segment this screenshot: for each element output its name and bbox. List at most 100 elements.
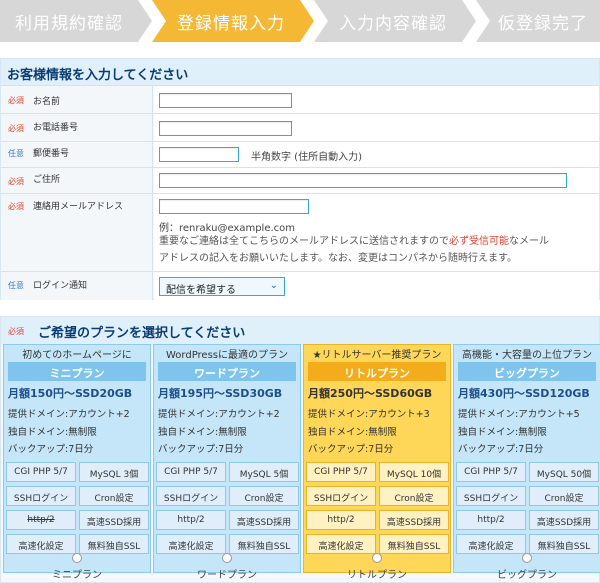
plan-feature: http/2: [456, 510, 526, 530]
step-label: 入力内容確認: [339, 13, 447, 34]
plan-radio-label[interactable]: リトルプラン: [317, 566, 437, 581]
phone-input[interactable]: [159, 121, 292, 136]
email-note: 重要なご連絡は全てこちらのメールアドレスに送信されますので必ず受信可能なメール …: [159, 236, 549, 264]
plan-own-domain: 独自ドメイン:無制限: [158, 427, 247, 438]
plan-feature: MySQL 10個: [379, 462, 449, 482]
optional-tag: 任意: [8, 149, 24, 158]
plan-own-domain: 独自ドメイン:無制限: [458, 427, 547, 438]
plan-feature: 高速化設定: [306, 534, 376, 554]
required-tag: 必須: [8, 96, 24, 105]
plan-feature: MySQL 3個: [79, 462, 149, 482]
login-notice-value: 配信を希望する: [166, 285, 236, 296]
plan-feature: 高速化設定: [456, 534, 526, 554]
required-tag: 必須: [8, 177, 24, 186]
plan-feature: Cron設定: [229, 486, 299, 506]
step-label: 利用規約確認: [15, 13, 123, 34]
email-example: 例：renraku@example.com: [159, 223, 296, 234]
plan-feature: 無料独自SSL: [379, 534, 449, 554]
plan-radio-label[interactable]: ミニプラン: [17, 566, 137, 581]
zip-hint: 半角数字 (住所自動入力): [251, 152, 362, 163]
form-row-name: 必須 お名前: [1, 85, 599, 113]
form-row-phone: 必須 お電話番号: [1, 113, 599, 141]
plan-feature: SSHログイン: [456, 486, 526, 506]
plan-feature: MySQL 5個: [229, 462, 299, 482]
zip-label: 郵便番号: [33, 149, 70, 159]
plan-price: 月額195円～SSD30GB: [158, 387, 283, 400]
plan-backup: バックアップ:7日分: [8, 444, 94, 455]
step-indicator: 利用規約確認 登録情報入力 入力内容確認 仮登録完了: [0, 0, 600, 42]
phone-label: お電話番号: [33, 123, 79, 133]
plan-feature: MySQL 50個: [529, 462, 599, 482]
login-notice-label: ログイン通知: [33, 281, 88, 291]
plan-radio[interactable]: [222, 553, 232, 563]
plan-feature: SSHログイン: [6, 486, 76, 506]
plan-domains: 提供ドメイン:アカウント+3: [308, 409, 430, 420]
plan-feature: 高速SSD採用: [79, 510, 149, 530]
plan-price: 月額250円～SSD60GB: [308, 387, 433, 400]
plan-feature: CGI PHP 5/7: [306, 462, 376, 482]
plan-feature: CGI PHP 5/7: [6, 462, 76, 482]
plan-name: ミニプラン: [8, 362, 146, 381]
plan-backup: バックアップ:7日分: [458, 444, 544, 455]
chevron-down-icon: ⌄: [269, 280, 278, 291]
email-input[interactable]: [159, 199, 309, 214]
step-label: 仮登録完了: [498, 13, 588, 34]
plan-feature: 高速SSD採用: [379, 510, 449, 530]
plan-own-domain: 独自ドメイン:無制限: [8, 427, 97, 438]
section-title: ご希望のプランを選択してください: [38, 326, 246, 341]
plan-backup: バックアップ:7日分: [158, 444, 244, 455]
plan-domains: 提供ドメイン:アカウント+2: [8, 409, 130, 420]
plan-feature: SSHログイン: [156, 486, 226, 506]
plan-feature: 無料独自SSL: [79, 534, 149, 554]
required-tag: 必須: [8, 202, 24, 211]
plan-radio[interactable]: [522, 553, 532, 563]
plan-caption: ★リトルサーバー推奨プラン: [312, 350, 442, 361]
login-notice-select[interactable]: 配信を希望する ⌄: [159, 277, 285, 296]
plan-feature: 高速化設定: [6, 534, 76, 554]
step-3: 入力内容確認: [314, 0, 476, 42]
plan-feature: Cron設定: [529, 486, 599, 506]
plan-name: ビッグプラン: [458, 362, 596, 381]
plan-domains: 提供ドメイン:アカウント+2: [158, 409, 280, 420]
form-row-login-notice: 任意 ログイン通知 配信を希望する ⌄: [1, 271, 599, 300]
step-4: 仮登録完了: [476, 0, 600, 42]
plan-price: 月額430円～SSD120GB: [458, 387, 590, 400]
form-row-zip: 任意 郵便番号 半角数字 (住所自動入力): [1, 141, 599, 167]
zip-input[interactable]: [159, 147, 239, 162]
plan-feature: Cron設定: [79, 486, 149, 506]
form-row-email: 必須 連絡用メールアドレス 例：renraku@example.com 重要なご…: [1, 193, 599, 271]
plan-feature: http/2: [156, 510, 226, 530]
plan-domains: 提供ドメイン:アカウント+5: [458, 409, 580, 420]
plan-name: ワードプラン: [158, 362, 296, 381]
plan-feature: 無料独自SSL: [229, 534, 299, 554]
plan-card[interactable]: ★リトルサーバー推奨プラン リトルプラン 月額250円～SSD60GB 提供ドメイン:…: [303, 344, 451, 573]
plan-radio-label[interactable]: ビッグプラン: [467, 566, 587, 581]
plan-feature: CGI PHP 5/7: [156, 462, 226, 482]
address-label: ご住所: [33, 175, 61, 185]
plan-radio-label[interactable]: ワードプラン: [167, 566, 287, 581]
form-row-address: 必須 ご住所: [1, 167, 599, 193]
plan-feature: SSHログイン: [306, 486, 376, 506]
plan-radio[interactable]: [72, 553, 82, 563]
plan-feature: http/2: [306, 510, 376, 530]
step-2: 登録情報入力: [152, 0, 314, 42]
name-label: お名前: [33, 97, 61, 107]
section-title: お客様情報を入力してください: [1, 59, 599, 85]
step-label: 登録情報入力: [177, 13, 285, 34]
plan-feature: 高速SSD採用: [229, 510, 299, 530]
plan-feature: Cron設定: [379, 486, 449, 506]
plan-caption: WordPressに最適のプラン: [165, 350, 289, 361]
plan-radio[interactable]: [372, 553, 382, 563]
email-note-emphasis: 必ず受信可能: [449, 236, 509, 247]
plan-feature: 無料独自SSL: [529, 534, 599, 554]
plan-card[interactable]: 初めてのホームページに ミニプラン 月額150円～SSD20GB 提供ドメイン:アカウ…: [3, 344, 151, 573]
required-tag: 必須: [8, 124, 24, 133]
name-input[interactable]: [159, 93, 292, 108]
optional-tag: 任意: [8, 281, 24, 290]
plan-card[interactable]: WordPressに最適のプラン ワードプラン月額195円～SSD30GB 提供ドメ…: [153, 344, 301, 573]
address-input[interactable]: [159, 173, 567, 188]
customer-info-section: お客様情報を入力してください 必須 お名前 必須 お電話番号 任意 郵便番号 半…: [0, 58, 600, 300]
plan-feature: CGI PHP 5/7: [456, 462, 526, 482]
plan-caption: 初めてのホームページに: [22, 350, 132, 361]
plan-card[interactable]: 高機能・大容量の上位プラン ビッグプラン 月額430円～SSD120GB 提供ドメイン…: [453, 344, 600, 573]
